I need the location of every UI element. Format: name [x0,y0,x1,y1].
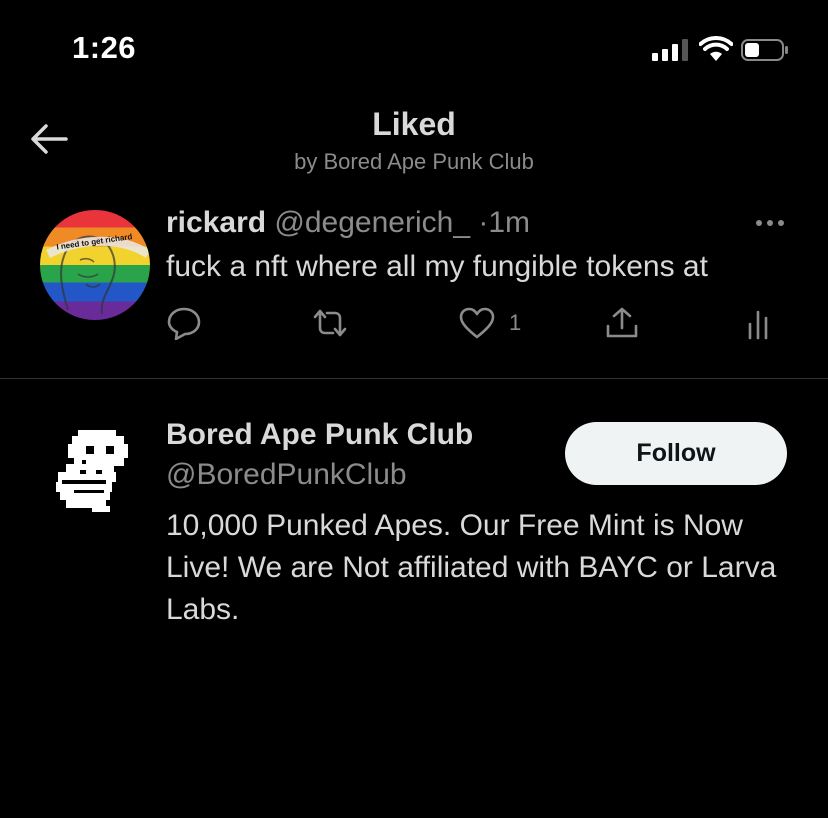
like-heart-icon[interactable] [458,306,496,340]
tweet-author-handle[interactable]: @degenerich_ [274,206,470,239]
follow-button[interactable]: Follow [565,422,787,485]
tweet-timestamp[interactable]: 1m [488,206,530,239]
page-title: Liked [372,106,456,142]
tweet-author-avatar[interactable]: I need to get richard [40,210,150,320]
wifi-icon [699,36,733,61]
battery-icon [741,39,788,61]
account-bio: 10,000 Punked Apes. Our Free Mint is Now… [166,509,777,626]
section-divider [0,378,828,379]
tweet-author-name[interactable]: rickard [166,206,266,239]
tweet-text: fuck a nft where all my fungible tokens … [166,250,708,283]
status-time: 1:26 [72,30,137,65]
tweet-time-separator: · [478,206,489,239]
share-icon[interactable] [604,306,640,340]
account-avatar[interactable] [52,428,136,512]
page-subtitle: by Bored Ape Punk Club [294,149,534,174]
tweet-header: rickard @degenerich_ ·1m [166,206,530,240]
cellular-signal-icon [652,39,690,61]
account-handle: @BoredPunkClub [166,458,407,491]
retweet-icon[interactable] [311,306,349,340]
analytics-icon[interactable] [746,306,770,340]
more-options-icon[interactable] [754,216,786,230]
like-count: 1 [509,310,522,335]
account-name[interactable]: Bored Ape Punk Club [166,418,473,452]
reply-icon[interactable] [166,306,202,340]
